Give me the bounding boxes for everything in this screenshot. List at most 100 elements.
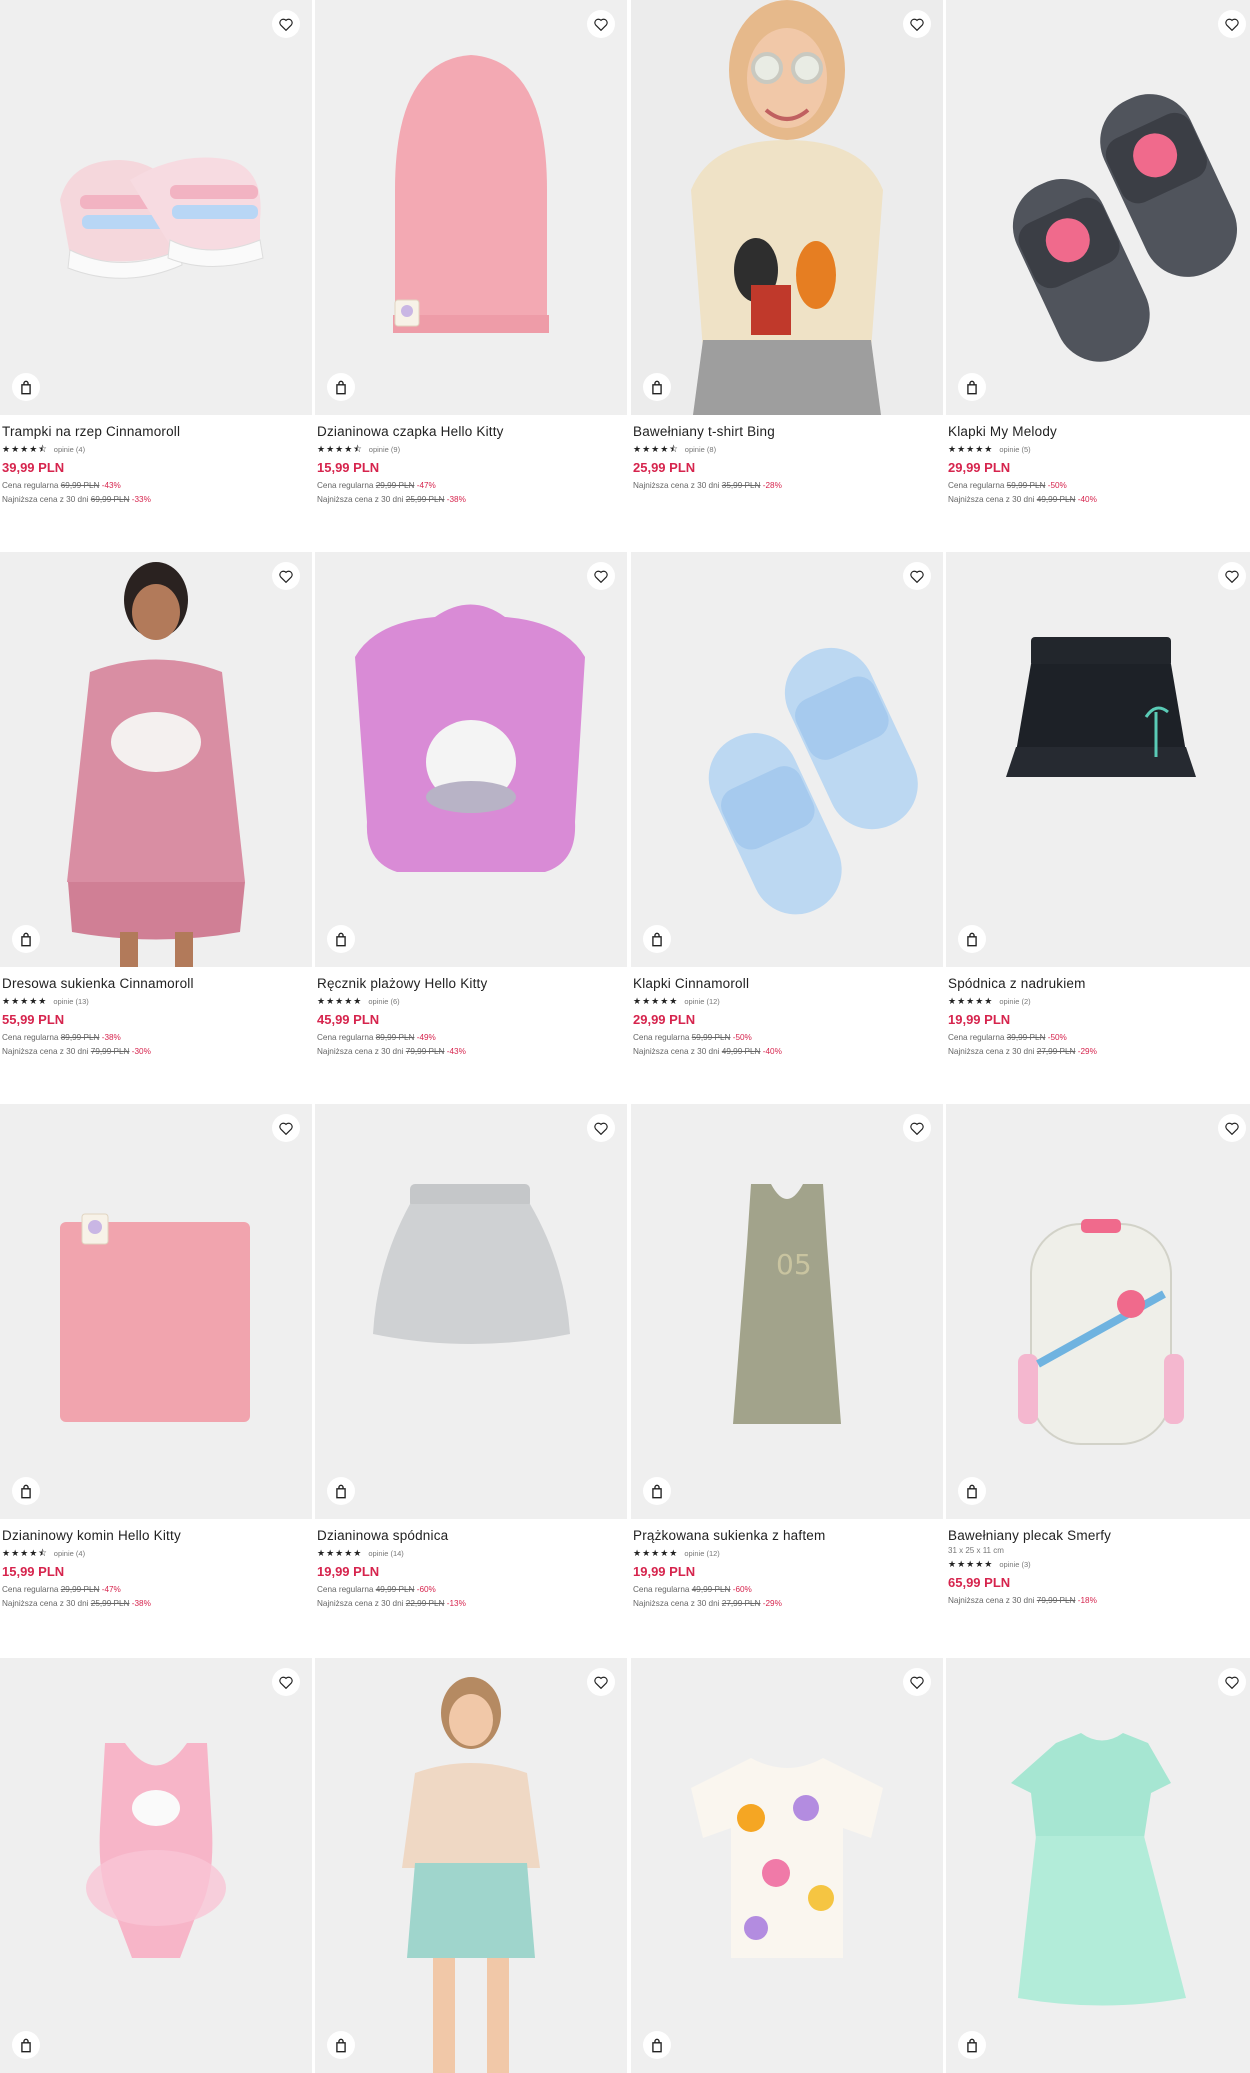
product-card[interactable]: Dzianinowa czapka Hello Kitty ★★★★⯪ opin…: [315, 0, 627, 505]
product-image-backpack[interactable]: [946, 1104, 1250, 1519]
rating[interactable]: ★★★★⯪ opinie (4): [2, 1548, 310, 1558]
product-card[interactable]: Trampki na rzep Cinnamoroll ★★★★⯪ opinie…: [0, 0, 312, 505]
product-name[interactable]: Dresowa sukienka Cinnamoroll: [2, 975, 310, 992]
lowest-price-row: Najniższa cena z 30 dni 79,99 PLN -30%: [2, 1046, 310, 1057]
product-name[interactable]: Klapki My Melody: [948, 423, 1250, 440]
product-image-snood[interactable]: [0, 1104, 312, 1519]
product-card[interactable]: [946, 1658, 1250, 2073]
product-image-slides-blue[interactable]: [631, 552, 943, 967]
product-card[interactable]: Dzianinowy komin Hello Kitty ★★★★⯪ opini…: [0, 1104, 312, 1609]
shopping-bag-icon[interactable]: [327, 925, 355, 953]
product-name[interactable]: Klapki Cinnamoroll: [633, 975, 941, 992]
heart-outline-icon[interactable]: [272, 562, 300, 590]
product-name[interactable]: Dzianinowa spódnica: [317, 1527, 625, 1544]
heart-outline-icon[interactable]: [587, 10, 615, 38]
rating[interactable]: ★★★★★ opinie (13): [2, 996, 310, 1006]
heart-outline-icon[interactable]: [903, 562, 931, 590]
rating[interactable]: ★★★★★ opinie (12): [633, 996, 941, 1006]
product-card[interactable]: Dzianinowa spódnica ★★★★★ opinie (14) 19…: [315, 1104, 627, 1609]
heart-outline-icon[interactable]: [1218, 1114, 1246, 1142]
shopping-bag-icon[interactable]: [958, 1477, 986, 1505]
heart-outline-icon[interactable]: [272, 1114, 300, 1142]
shopping-bag-icon[interactable]: [12, 1477, 40, 1505]
product-card[interactable]: Bawełniany t-shirt Bing ★★★★⯪ opinie (8)…: [631, 0, 943, 491]
rating-stars: ★★★★⯪: [2, 1548, 48, 1558]
product-name[interactable]: Dzianinowa czapka Hello Kitty: [317, 423, 625, 440]
shopping-bag-icon[interactable]: [327, 373, 355, 401]
product-image-swimsuit[interactable]: [0, 1658, 312, 2073]
heart-outline-icon[interactable]: [272, 1668, 300, 1696]
rating[interactable]: ★★★★★ opinie (3): [948, 1559, 1250, 1569]
rating[interactable]: ★★★★★ opinie (12): [633, 1548, 941, 1558]
product-image-beanie[interactable]: [315, 0, 627, 415]
product-card[interactable]: Klapki My Melody ★★★★★ opinie (5) 29,99 …: [946, 0, 1250, 505]
shopping-bag-icon[interactable]: [958, 925, 986, 953]
heart-outline-icon[interactable]: [903, 1114, 931, 1142]
heart-outline-icon[interactable]: [272, 10, 300, 38]
product-name[interactable]: Bawełniany plecak Smerfy: [948, 1527, 1250, 1544]
product-card[interactable]: Klapki Cinnamoroll ★★★★★ opinie (12) 29,…: [631, 552, 943, 1057]
product-card[interactable]: Dresowa sukienka Cinnamoroll ★★★★★ opini…: [0, 552, 312, 1057]
product-image-skirt-grey[interactable]: [315, 1104, 627, 1519]
shopping-bag-icon[interactable]: [12, 373, 40, 401]
product-image-slides-dark[interactable]: [946, 0, 1250, 415]
heart-outline-icon[interactable]: [587, 562, 615, 590]
product-image-flower-tee[interactable]: [631, 1658, 943, 2073]
regular-price-old: 39,99 PLN: [1006, 1033, 1046, 1042]
shopping-bag-icon[interactable]: [643, 373, 671, 401]
product-image-towel[interactable]: [315, 552, 627, 967]
shopping-bag-icon[interactable]: [327, 2031, 355, 2059]
product-name[interactable]: Trampki na rzep Cinnamoroll: [2, 423, 310, 440]
product-image-girl-tshirt[interactable]: [631, 0, 943, 415]
regular-price-old: 89,99 PLN: [375, 1033, 415, 1042]
lowest-discount: -33%: [131, 495, 151, 504]
product-image-girl-skirt[interactable]: [315, 1658, 627, 2073]
review-count: opinie (12): [684, 996, 720, 1006]
heart-outline-icon[interactable]: [903, 1668, 931, 1696]
shopping-bag-icon[interactable]: [12, 2031, 40, 2059]
rating[interactable]: ★★★★★ opinie (6): [317, 996, 625, 1006]
heart-outline-icon[interactable]: [587, 1668, 615, 1696]
product-name[interactable]: Bawełniany t-shirt Bing: [633, 423, 941, 440]
shopping-bag-icon[interactable]: [327, 1477, 355, 1505]
rating[interactable]: ★★★★★ opinie (2): [948, 996, 1250, 1006]
product-card[interactable]: Ręcznik plażowy Hello Kitty ★★★★★ opinie…: [315, 552, 627, 1057]
shopping-bag-icon[interactable]: [643, 1477, 671, 1505]
product-name[interactable]: Dzianinowy komin Hello Kitty: [2, 1527, 310, 1544]
rating[interactable]: ★★★★★ opinie (14): [317, 1548, 625, 1558]
product-image-sneakers[interactable]: [0, 0, 312, 415]
product-name[interactable]: Prążkowana sukienka z haftem: [633, 1527, 941, 1544]
shopping-bag-icon[interactable]: [12, 925, 40, 953]
product-image-skirt-black[interactable]: [946, 552, 1250, 967]
heart-outline-icon[interactable]: [587, 1114, 615, 1142]
heart-outline-icon[interactable]: [1218, 1668, 1246, 1696]
product-image-girl-dress[interactable]: [0, 552, 312, 967]
shopping-bag-icon[interactable]: [643, 2031, 671, 2059]
product-name[interactable]: Ręcznik plażowy Hello Kitty: [317, 975, 625, 992]
heart-outline-icon[interactable]: [903, 10, 931, 38]
rating[interactable]: ★★★★⯪ opinie (9): [317, 444, 625, 454]
review-count: opinie (14): [368, 1548, 404, 1558]
product-image-mint-dress[interactable]: [946, 1658, 1250, 2073]
product-card[interactable]: Bawełniany plecak Smerfy 31 x 25 x 11 cm …: [946, 1104, 1250, 1606]
lowest-price-row: Najniższa cena z 30 dni 25,99 PLN -38%: [2, 1598, 310, 1609]
lowest-price-row: Najniższa cena z 30 dni 49,99 PLN -40%: [948, 494, 1250, 505]
rating[interactable]: ★★★★★ opinie (5): [948, 444, 1250, 454]
shopping-bag-icon[interactable]: [643, 925, 671, 953]
product-info: Klapki Cinnamoroll ★★★★★ opinie (12) 29,…: [631, 967, 943, 1057]
rating[interactable]: ★★★★⯪ opinie (8): [633, 444, 941, 454]
product-name[interactable]: Spódnica z nadrukiem: [948, 975, 1250, 992]
heart-outline-icon[interactable]: [1218, 10, 1246, 38]
product-card[interactable]: [315, 1658, 627, 2073]
price: 55,99 PLN: [2, 1012, 65, 1027]
lowest-discount: -29%: [762, 1599, 782, 1608]
product-card[interactable]: [0, 1658, 312, 2073]
rating[interactable]: ★★★★⯪ opinie (4): [2, 444, 310, 454]
product-card[interactable]: [631, 1658, 943, 2073]
shopping-bag-icon[interactable]: [958, 373, 986, 401]
product-card[interactable]: Spódnica z nadrukiem ★★★★★ opinie (2) 19…: [946, 552, 1250, 1057]
product-card[interactable]: 05 Prążkowana sukienka z haftem ★★★★★ op…: [631, 1104, 943, 1609]
shopping-bag-icon[interactable]: [958, 2031, 986, 2059]
heart-outline-icon[interactable]: [1218, 562, 1246, 590]
product-image-tank-dress[interactable]: 05: [631, 1104, 943, 1519]
